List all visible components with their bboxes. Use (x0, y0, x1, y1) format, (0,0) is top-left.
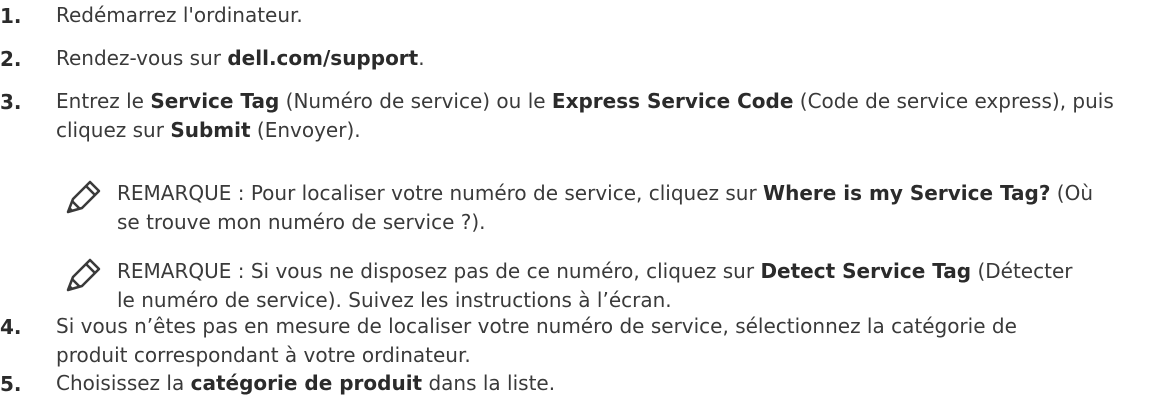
text-run: cliquez sur (56, 118, 171, 142)
step-line: Redémarrez l'ordinateur. (56, 1, 303, 30)
note-text: REMARQUE : Pour localiser votre numéro d… (117, 179, 1093, 237)
bold-term: Submit (170, 118, 251, 142)
text-run: REMARQUE : Pour localiser votre numéro d… (117, 181, 764, 205)
text-run: Redémarrez l'ordinateur. (56, 3, 303, 27)
bold-term: Detect Service Tag (760, 259, 972, 283)
note-text: REMARQUE : Si vous ne disposez pas de ce… (117, 257, 1072, 315)
text-run: dans la liste. (422, 371, 556, 395)
text-run: Entrez le (56, 89, 151, 113)
link-text: dell.com/support (227, 46, 419, 70)
step-text: Entrez le Service Tag (Numéro de service… (56, 87, 1114, 145)
step-number: 5. (0, 372, 22, 396)
bold-term: catégorie de produit (190, 371, 423, 395)
step-text: Rendez-vous sur dell.com/support. (56, 44, 425, 73)
step-text: Choisissez la catégorie de produit dans … (56, 369, 555, 398)
text-run: (Où (1050, 181, 1094, 205)
text-run: REMARQUE : Si vous ne disposez pas de ce… (117, 259, 761, 283)
text-run: le numéro de service). Suivez les instru… (117, 288, 672, 312)
text-run: (Envoyer). (250, 118, 361, 142)
text-run: Si vous n’êtes pas en mesure de localise… (56, 314, 1017, 338)
step-number: 2. (0, 47, 22, 71)
note-line: le numéro de service). Suivez les instru… (117, 286, 1072, 315)
step-number: 4. (0, 315, 22, 339)
text-run: produit correspondant à votre ordinateur… (56, 343, 471, 367)
step-line: Choisissez la catégorie de produit dans … (56, 369, 555, 398)
note-line: se trouve mon numéro de service ?). (117, 208, 1093, 237)
text-run: . (418, 46, 425, 70)
step-line: produit correspondant à votre ordinateur… (56, 341, 1017, 370)
bold-term: Service Tag (150, 89, 280, 113)
note-pencil-icon (66, 180, 101, 214)
document: 1. Redémarrez l'ordinateur. 2. Rendez-vo… (0, 0, 1173, 398)
bold-term: Express Service Code (551, 89, 794, 113)
text-run: se trouve mon numéro de service ?). (117, 210, 486, 234)
text-run: (Numéro de service) ou le (279, 89, 552, 113)
step-text: Redémarrez l'ordinateur. (56, 1, 303, 30)
step-line: cliquez sur Submit (Envoyer). (56, 116, 1114, 145)
text-run: (Code de service express), puis (793, 89, 1114, 113)
bold-term: Where is my Service Tag? (763, 181, 1051, 205)
note-pencil-icon (66, 258, 101, 292)
step-line: Entrez le Service Tag (Numéro de service… (56, 87, 1114, 116)
note-line: REMARQUE : Pour localiser votre numéro d… (117, 179, 1093, 208)
text-run: Choisissez la (56, 371, 191, 395)
step-text: Si vous n’êtes pas en mesure de localise… (56, 312, 1017, 370)
step-number: 3. (0, 90, 22, 114)
text-run: Rendez-vous sur (56, 46, 228, 70)
note-line: REMARQUE : Si vous ne disposez pas de ce… (117, 257, 1072, 286)
step-number: 1. (0, 4, 22, 28)
text-run: (Détecter (971, 259, 1073, 283)
step-line: Rendez-vous sur dell.com/support. (56, 44, 425, 73)
step-line: Si vous n’êtes pas en mesure de localise… (56, 312, 1017, 341)
